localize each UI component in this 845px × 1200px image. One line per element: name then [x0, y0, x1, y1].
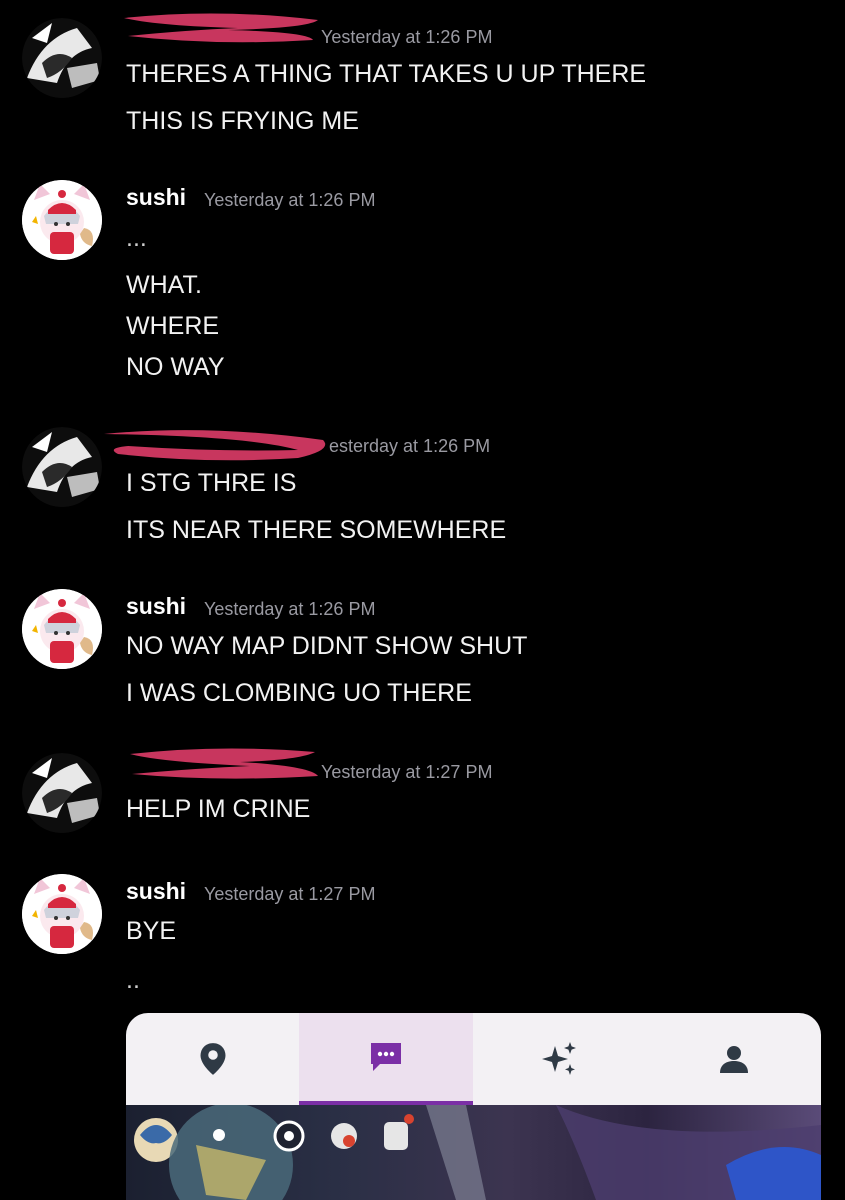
username[interactable]: sushi — [126, 878, 186, 905]
avatar[interactable] — [22, 874, 102, 954]
message-line: THIS IS FRYING ME — [126, 107, 359, 135]
message-line: THERES A THING THAT TAKES U UP THERE — [126, 60, 647, 88]
message-timestamp: Yesterday at 1:27 PM — [321, 762, 493, 782]
message-line: WHERE — [126, 312, 220, 340]
message-line: NO WAY MAP DIDNT SHOW SHUT — [126, 632, 528, 660]
message-line: HELP IM CRINE — [126, 795, 311, 823]
username[interactable]: sushi — [126, 184, 186, 211]
avatar[interactable] — [22, 753, 102, 833]
message-timestamp: Yesterday at 1:26 PM — [204, 190, 376, 210]
message-line: .. — [126, 966, 140, 994]
avatar[interactable] — [22, 180, 102, 260]
attachment-nav-bar — [126, 1013, 821, 1105]
message-timestamp: Yesterday at 1:27 PM — [204, 884, 376, 904]
chat-bubble-icon — [371, 1043, 401, 1071]
redacted-username — [130, 748, 318, 779]
avatar[interactable] — [22, 18, 102, 98]
person-icon — [720, 1046, 748, 1073]
message-timestamp: Yesterday at 1:26 PM — [204, 599, 376, 619]
quest-icon[interactable] — [384, 1122, 408, 1150]
map-pin-icon — [200, 1043, 225, 1075]
avatar[interactable] — [22, 589, 102, 669]
nav-tab-profile[interactable] — [647, 1013, 821, 1105]
nav-tab-sparkles[interactable] — [473, 1013, 647, 1105]
sparkles-icon — [542, 1042, 576, 1075]
message-line: NO WAY — [126, 353, 225, 381]
message-line: ... — [126, 224, 147, 252]
message-line: ITS NEAR THERE SOMEWHERE — [126, 516, 507, 544]
game-scene — [134, 1103, 821, 1200]
message-timestamp: Yesterday at 1:26 PM — [321, 27, 493, 47]
message-line: BYE — [126, 917, 177, 945]
redacted-username — [124, 13, 318, 43]
redacted-username — [104, 430, 326, 461]
image-attachment[interactable] — [126, 1013, 821, 1200]
message-timestamp: esterday at 1:26 PM — [329, 436, 491, 456]
avatar[interactable] — [22, 427, 102, 507]
message-line: WHAT. — [126, 271, 202, 299]
message-line: I WAS CLOMBING UO THERE — [126, 679, 472, 707]
message-line: I STG THRE IS — [126, 469, 297, 497]
game-screenshot — [126, 1103, 821, 1200]
nav-tab-chat[interactable] — [299, 1013, 473, 1105]
nav-tab-map[interactable] — [126, 1013, 299, 1105]
username[interactable]: sushi — [126, 593, 186, 620]
